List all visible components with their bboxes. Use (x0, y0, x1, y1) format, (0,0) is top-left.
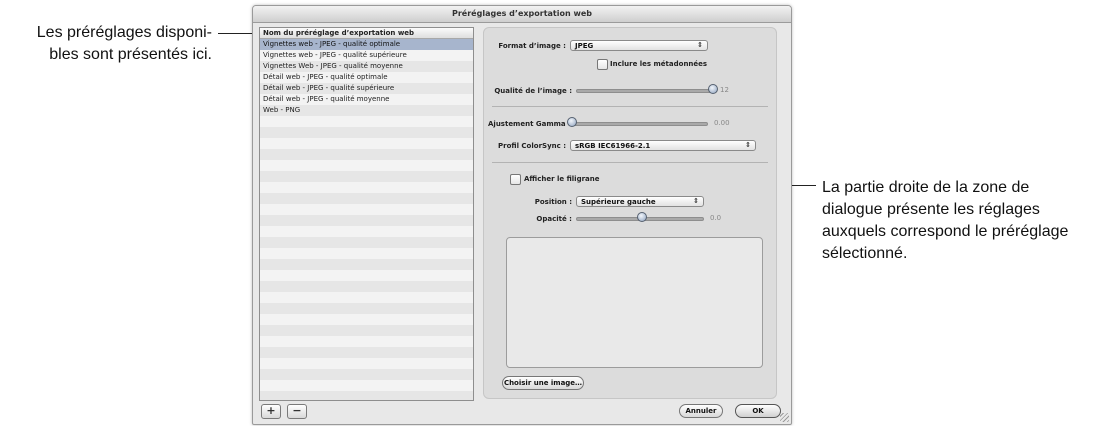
divider (492, 162, 768, 163)
preset-rows: Vignettes web - JPEG - qualité optimale … (260, 39, 473, 400)
add-preset-button[interactable]: + (261, 404, 281, 419)
callout-settings-line-4: sélectionné. (822, 245, 908, 262)
remove-preset-button[interactable]: − (287, 404, 307, 419)
opacity-slider-knob[interactable] (637, 212, 647, 222)
callout-settings-line-1: La partie droite de la zone de (822, 179, 1030, 196)
format-popup[interactable]: JPEG ⇕ (570, 40, 708, 51)
preset-list-header[interactable]: Nom du préréglage d’exportation web (260, 28, 473, 39)
divider (492, 106, 768, 107)
gamma-slider-knob[interactable] (567, 117, 577, 127)
preset-item[interactable]: Vignettes web - JPEG - qualité optimale (260, 39, 473, 50)
opacity-value: 0.0 (710, 214, 722, 222)
preset-item[interactable]: Vignettes web - JPEG - qualité supérieur… (260, 50, 473, 61)
choose-image-button[interactable]: Choisir une image… (502, 376, 584, 390)
gamma-slider[interactable] (570, 122, 708, 126)
callout-presets: Les préréglages disponi- bles sont prése… (0, 22, 212, 66)
export-presets-dialog: Préréglages d’exportation web Nom du pré… (252, 5, 792, 425)
callout-settings: La partie droite de la zone de dialogue … (822, 177, 1112, 265)
callout-settings-line-2: dialogue présente les réglages (822, 201, 1040, 218)
format-label: Format d’image : (498, 42, 566, 50)
cancel-button[interactable]: Annuler (679, 404, 723, 418)
preset-item[interactable]: Vignettes Web - JPEG - qualité moyenne (260, 61, 473, 72)
quality-slider[interactable] (576, 89, 714, 93)
watermark-preview (506, 237, 763, 368)
position-popup[interactable]: Supérieure gauche ⇕ (576, 196, 704, 207)
preset-item[interactable]: Détail web - JPEG - qualité supérieure (260, 83, 473, 94)
callout-presets-line-1: Les préréglages disponi- (36, 24, 212, 41)
include-metadata-checkbox[interactable] (597, 59, 608, 70)
quality-label: Qualité de l’image : (494, 87, 572, 95)
show-watermark-checkbox[interactable] (510, 174, 521, 185)
popup-arrows-icon: ⇕ (745, 141, 751, 149)
quality-slider-knob[interactable] (708, 84, 718, 94)
format-value: JPEG (575, 42, 594, 50)
include-metadata-label: Inclure les métadonnées (610, 60, 708, 68)
ok-button[interactable]: OK (735, 404, 781, 418)
callout-settings-line-3: auxquels correspond le préréglage (822, 223, 1069, 240)
colorsync-popup[interactable]: sRGB IEC61966-2.1 ⇕ (570, 140, 756, 151)
gamma-label: Ajustement Gamma : (488, 120, 571, 128)
colorsync-label: Profil ColorSync : (498, 142, 566, 150)
preset-list[interactable]: Nom du préréglage d’exportation web Vign… (259, 27, 474, 401)
opacity-label: Opacité : (536, 215, 572, 223)
popup-arrows-icon: ⇕ (697, 41, 703, 49)
preset-item[interactable]: Détail web - JPEG - qualité moyenne (260, 94, 473, 105)
position-value: Supérieure gauche (581, 198, 656, 206)
quality-value: 12 (720, 86, 729, 94)
show-watermark-label: Afficher le filigrane (524, 175, 600, 183)
resize-grip-icon[interactable] (780, 413, 789, 422)
position-label: Position : (534, 198, 572, 206)
popup-arrows-icon: ⇕ (693, 197, 699, 205)
callout-presets-line-2: bles sont présentés ici. (49, 46, 212, 63)
gamma-value: 0.00 (714, 119, 730, 127)
colorsync-value: sRGB IEC61966-2.1 (575, 142, 651, 150)
settings-panel: Format d’image : JPEG ⇕ Inclure les méta… (483, 27, 777, 399)
preset-item[interactable]: Détail web - JPEG - qualité optimale (260, 72, 473, 83)
window-title: Préréglages d’exportation web (253, 6, 791, 23)
preset-item[interactable]: Web - PNG (260, 105, 473, 116)
